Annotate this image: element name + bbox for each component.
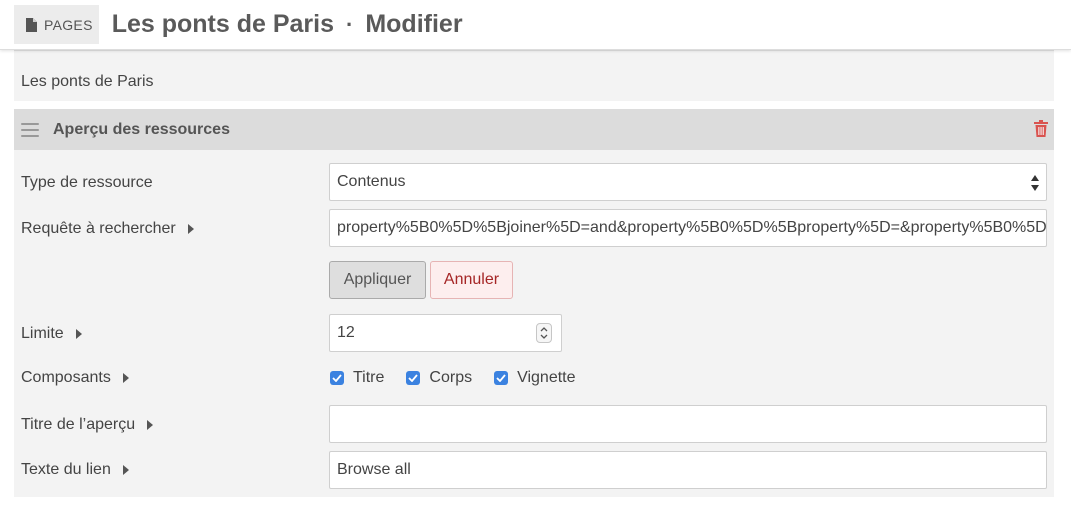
checkbox-checked-icon[interactable]	[406, 371, 421, 385]
checkbox-vignette[interactable]: Vignette	[494, 369, 576, 387]
query-input[interactable]: property%5B0%5D%5Bjoiner%5D=and&property…	[329, 209, 1047, 247]
page-action: Modifier	[365, 10, 463, 38]
previous-block-value: Les ponts de Paris	[21, 73, 154, 90]
resource-type-value: Contenus	[337, 173, 406, 190]
select-arrows-icon	[1031, 175, 1039, 191]
limit-input[interactable]: 12	[329, 314, 562, 352]
checkbox-titre-label: Titre	[353, 369, 385, 386]
caret-right-icon	[122, 373, 129, 383]
components-label: Composants	[21, 369, 111, 386]
caret-right-icon	[75, 329, 82, 339]
file-icon	[26, 17, 37, 32]
preview-title-label: Titre de l’aperçu	[21, 416, 136, 433]
checkbox-titre[interactable]: Titre	[330, 369, 384, 387]
checkbox-corps[interactable]: Corps	[406, 369, 472, 387]
preview-title-label-wrap[interactable]: Titre de l’aperçu	[21, 416, 154, 434]
block-header: Aperçu des ressources	[14, 109, 1054, 150]
link-text-label: Texte du lien	[21, 461, 111, 478]
query-label: Requête à rechercher	[21, 220, 176, 237]
checkbox-corps-label: Corps	[429, 369, 473, 386]
block-title: Aperçu des ressources	[53, 120, 230, 138]
resource-type-select[interactable]: Contenus	[329, 163, 1047, 201]
page-header: PAGES Les ponts de Paris · Modifier	[0, 0, 1071, 50]
components-label-wrap[interactable]: Composants	[21, 369, 129, 387]
limit-value: 12	[337, 324, 355, 341]
query-value: property%5B0%5D%5Bjoiner%5D=and&property…	[337, 219, 1047, 236]
caret-right-icon	[122, 465, 129, 475]
components-checkboxes: Titre Corps Vignette	[330, 369, 598, 387]
block-body: Type de ressource Contenus Requête à rec…	[14, 150, 1054, 497]
link-text-input[interactable]: Browse all	[329, 451, 1047, 489]
title-separator: ·	[346, 11, 354, 37]
checkbox-vignette-label: Vignette	[517, 369, 576, 386]
drag-handle-icon[interactable]	[21, 122, 39, 137]
section-badge-pages[interactable]: PAGES	[14, 5, 99, 44]
previous-block: Les ponts de Paris	[14, 50, 1054, 101]
caret-right-icon	[147, 420, 154, 430]
cancel-button[interactable]: Annuler	[430, 261, 513, 299]
link-text-label-wrap[interactable]: Texte du lien	[21, 461, 129, 479]
checkbox-checked-icon[interactable]	[494, 371, 509, 385]
apply-button[interactable]: Appliquer	[329, 261, 426, 299]
limit-label-wrap[interactable]: Limite	[21, 325, 82, 343]
link-text-value: Browse all	[337, 461, 411, 478]
query-label-wrap[interactable]: Requête à rechercher	[21, 220, 194, 238]
checkbox-checked-icon[interactable]	[330, 371, 344, 385]
section-label: PAGES	[44, 16, 93, 33]
spinner-arrows-icon	[540, 327, 548, 339]
trash-icon[interactable]	[1034, 120, 1048, 137]
page-title: Les ponts de Paris	[111, 10, 334, 38]
resource-type-label: Type de ressource	[21, 174, 153, 191]
number-spinner[interactable]	[536, 323, 552, 343]
limit-label: Limite	[21, 325, 64, 342]
preview-title-input[interactable]	[329, 405, 1047, 443]
caret-right-icon	[187, 224, 194, 234]
